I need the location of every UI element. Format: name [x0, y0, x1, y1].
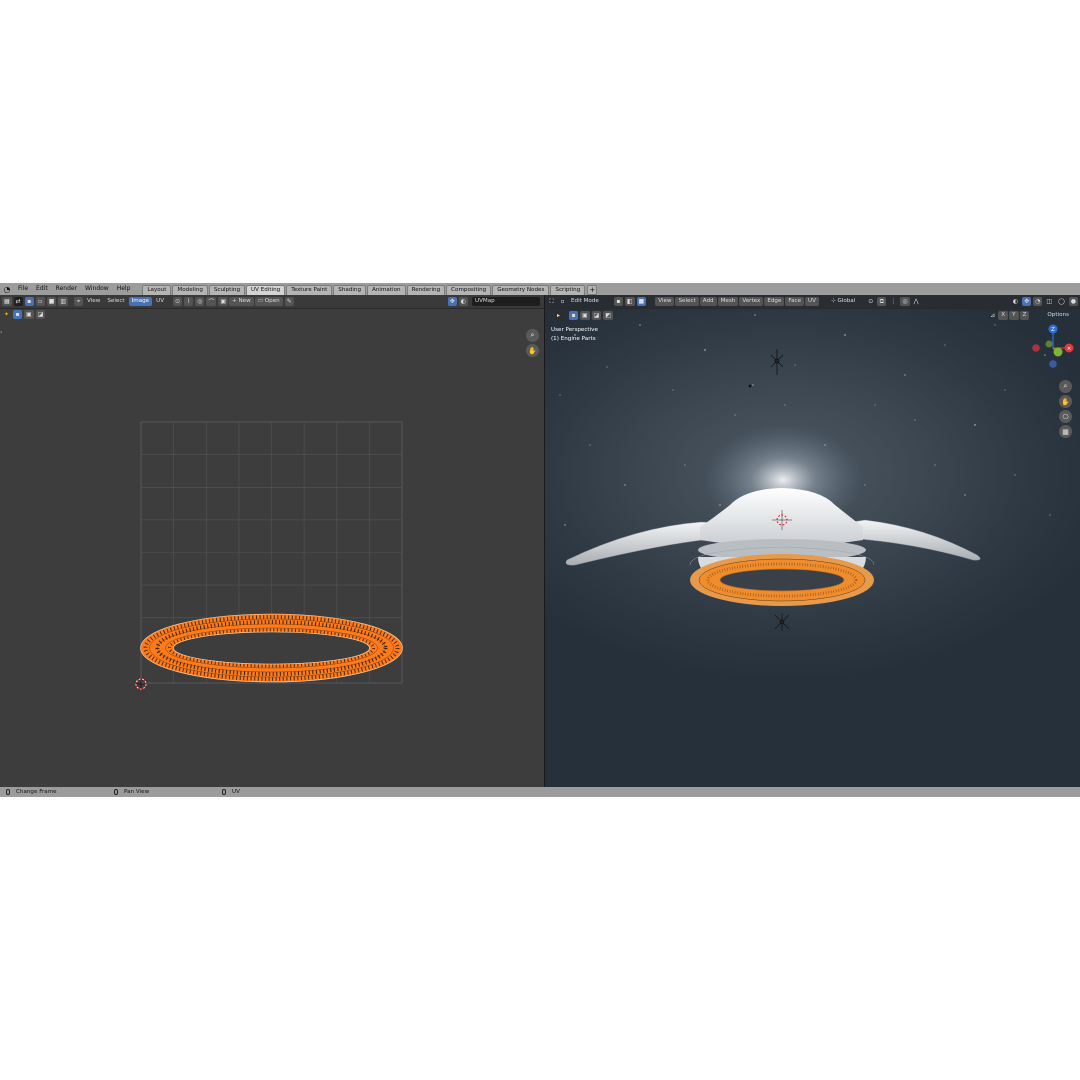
status-uv: UV — [222, 787, 240, 797]
perspective-label: User Perspective — [551, 327, 598, 333]
viewport-scene[interactable] — [545, 295, 1080, 787]
viewport-header: ⛶ ▫ Edit Mode ▪ ◧ ■ View Select Add Mesh… — [545, 295, 1080, 309]
camera-object-icon — [774, 613, 790, 631]
edge-select-icon[interactable]: ◧ — [624, 297, 635, 306]
grid-view-icon[interactable]: ▦ — [1059, 425, 1072, 438]
play-icon[interactable]: ▸ — [554, 311, 563, 320]
uv-editor[interactable]: ▦ ⇄ ▪ ▫ ■ ▥ ⌖ View Select Image UV ⊙ ⌇ ◎… — [0, 295, 544, 787]
mouse-middle-icon — [114, 789, 118, 795]
status-bar: Change Frame Pan View UV — [0, 787, 1080, 797]
axis-y-toggle[interactable]: Y — [1009, 311, 1019, 320]
axis-neg-y-icon — [1045, 340, 1053, 348]
shading-wireframe-icon[interactable]: ◯ — [1056, 297, 1067, 306]
menu-file[interactable]: File — [14, 283, 32, 295]
top-bar: ◔ File Edit Render Window Help Layout Mo… — [0, 283, 1080, 295]
select-box-icon[interactable]: ▪ — [569, 311, 578, 320]
uv-island[interactable] — [140, 613, 403, 683]
uv-canvas[interactable] — [0, 295, 544, 787]
tab-scripting[interactable]: Scripting — [550, 284, 586, 295]
3d-viewport[interactable]: ⛶ ▫ Edit Mode ▪ ◧ ■ View Select Add Mesh… — [545, 295, 1080, 787]
mouse-left-icon — [6, 789, 10, 795]
tab-texture-paint[interactable]: Texture Paint — [286, 284, 333, 295]
menu-edit[interactable]: Edit — [32, 283, 52, 295]
menu-edge[interactable]: Edge — [764, 297, 785, 306]
tab-shading[interactable]: Shading — [333, 284, 367, 295]
gizmo-toggle-icon[interactable]: ✥ — [1022, 297, 1032, 306]
menu-window[interactable]: Window — [81, 283, 113, 295]
viewport-tool-options: ▸ ▪ ▣ ◪ ◩ — [552, 311, 614, 320]
menu-face[interactable]: Face — [785, 297, 805, 306]
tab-animation[interactable]: Animation — [367, 284, 406, 295]
menu-view[interactable]: View — [655, 297, 675, 306]
editor-type-icon[interactable]: ⛶ — [547, 297, 556, 306]
transform-orientation-label: Global — [837, 298, 856, 304]
mouse-right-icon — [222, 789, 226, 795]
pan-hand-icon[interactable]: ✋ — [1059, 395, 1072, 408]
menu-mesh[interactable]: Mesh — [717, 297, 739, 306]
status-change-frame-label: Change Frame — [16, 789, 57, 795]
mode-dropdown[interactable]: Edit Mode — [568, 297, 602, 306]
mirror-icon[interactable]: ⊿ — [988, 311, 997, 320]
blender-window: ◔ File Edit Render Window Help Layout Mo… — [0, 283, 1080, 797]
tab-geometry-nodes[interactable]: Geometry Nodes — [492, 284, 550, 295]
tab-compositing[interactable]: Compositing — [446, 284, 492, 295]
viewport-options-row: ⊿ X Y Z Options — [986, 311, 1072, 320]
axis-neg-x-icon — [1032, 344, 1040, 352]
pivot-icon[interactable]: ⊙ — [866, 297, 875, 306]
overlay-toggle-icon[interactable]: ◔ — [1033, 297, 1043, 306]
transform-orientation-dropdown[interactable]: ⊹ Global — [828, 297, 858, 306]
proportional-edit-icon[interactable]: ◎ — [900, 297, 910, 306]
axis-x-toggle[interactable]: X — [998, 311, 1009, 320]
light-object-icon — [748, 349, 784, 388]
menu-vertex[interactable]: Vertex — [739, 297, 764, 306]
options-dropdown[interactable]: Options — [1044, 311, 1072, 320]
add-workspace-button[interactable]: + — [587, 284, 598, 295]
status-pan-view: Pan View — [114, 787, 149, 797]
tab-sculpting[interactable]: Sculpting — [208, 284, 245, 295]
visibility-icon[interactable]: ◐ — [1011, 297, 1020, 306]
select-extend-icon[interactable]: ▣ — [580, 311, 590, 320]
mode-icon[interactable]: ▫ — [558, 297, 567, 306]
axis-z-toggle[interactable]: Z — [1019, 311, 1030, 320]
tab-modeling[interactable]: Modeling — [172, 284, 208, 295]
navigation-gizmo[interactable]: Z × — [1029, 322, 1079, 372]
menu-select[interactable]: Select — [675, 297, 699, 306]
zoom-icon[interactable]: ⌕ — [1059, 380, 1072, 393]
spaceship-model — [565, 488, 981, 606]
axis-y-icon — [1053, 347, 1063, 357]
snap-icon[interactable]: ⧉ — [877, 297, 887, 306]
tab-uv-editing[interactable]: UV Editing — [246, 284, 286, 295]
axis-z-label: Z — [1051, 327, 1055, 333]
falloff-icon[interactable]: ⋀ — [912, 297, 921, 306]
2d-cursor-icon[interactable] — [135, 678, 147, 690]
status-pan-view-label: Pan View — [124, 789, 150, 795]
tab-rendering[interactable]: Rendering — [406, 284, 446, 295]
select-subtract-icon[interactable]: ◪ — [591, 311, 602, 320]
xray-icon[interactable]: ◫ — [1044, 297, 1054, 306]
face-select-icon[interactable]: ■ — [636, 297, 647, 306]
snap-target-icon[interactable]: ⋮ — [888, 297, 898, 306]
menu-render[interactable]: Render — [52, 283, 81, 295]
menu-uv[interactable]: UV — [805, 297, 819, 306]
menu-help[interactable]: Help — [113, 283, 135, 295]
shading-solid-icon[interactable]: ● — [1068, 297, 1078, 306]
vertex-select-icon[interactable]: ▪ — [613, 297, 623, 306]
blender-logo-icon[interactable]: ◔ — [0, 283, 14, 295]
menu-add[interactable]: Add — [699, 297, 717, 306]
workspace-tabs: Layout Modeling Sculpting UV Editing Tex… — [142, 284, 598, 295]
status-uv-label: UV — [232, 789, 240, 795]
axis-x-glyph: × — [1067, 346, 1072, 352]
camera-view-icon[interactable]: ⎔ — [1059, 410, 1072, 423]
status-change-frame: Change Frame — [6, 787, 57, 797]
object-label: (1) Engine Parts — [551, 336, 596, 342]
axis-neg-z-icon — [1049, 360, 1057, 368]
tab-layout[interactable]: Layout — [142, 284, 172, 295]
select-invert-icon[interactable]: ◩ — [603, 311, 614, 320]
